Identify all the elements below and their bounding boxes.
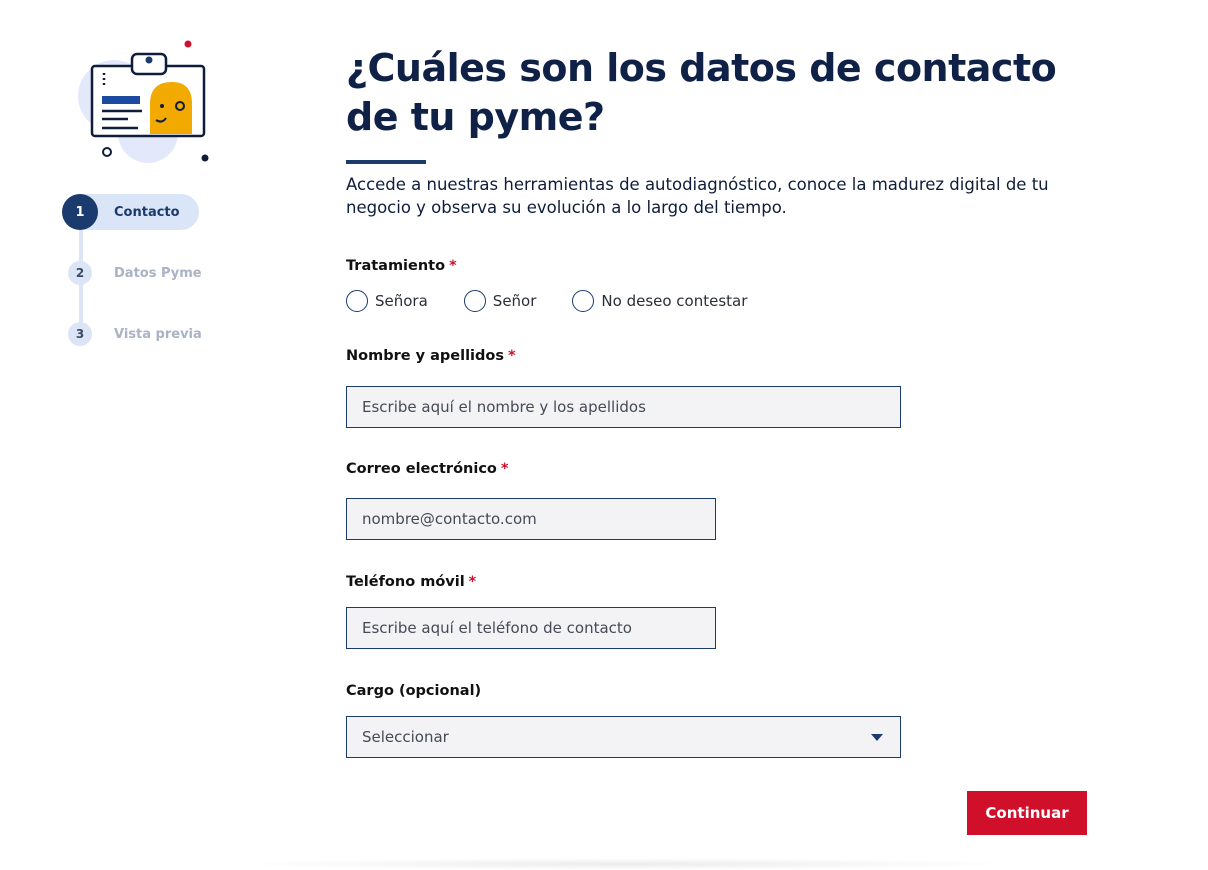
name-input[interactable] — [346, 386, 901, 428]
required-asterisk: * — [500, 461, 509, 477]
email-label: Correo electrónico * — [346, 461, 508, 477]
email-label-text: Correo electrónico — [346, 461, 497, 477]
radio-senora[interactable]: Señora — [346, 290, 428, 312]
position-label: Cargo (opcional) — [346, 683, 481, 699]
step-label: Datos Pyme — [114, 265, 202, 281]
title-underline — [346, 160, 426, 164]
required-asterisk: * — [508, 348, 516, 364]
step-vista-previa[interactable]: 3 Vista previa — [62, 316, 202, 352]
position-label-text: Cargo (opcional) — [346, 683, 482, 699]
radio-label: No deseo contestar — [601, 292, 748, 310]
radio-circle[interactable] — [463, 290, 486, 312]
step-label: Contacto — [114, 204, 180, 220]
radio-circle[interactable] — [346, 290, 368, 312]
step-datos-pyme[interactable]: 2 Datos Pyme — [62, 255, 202, 291]
required-asterisk: * — [449, 258, 457, 274]
position-select[interactable]: Seleccionar — [346, 716, 901, 758]
step-number: 1 — [62, 194, 98, 230]
form-header: ¿Cuáles son los datos de contacto de tu … — [346, 44, 1106, 219]
required-asterisk: * — [468, 574, 477, 590]
treatment-label-text: Tratamiento — [346, 258, 446, 274]
chevron-down-icon — [871, 733, 883, 741]
step-number: 2 — [68, 261, 92, 285]
progress-stepper: 1 Contacto 2 Datos Pyme 3 Vista previa — [62, 194, 232, 354]
treatment-radio-group: Señora Señor No deseo contestar — [346, 290, 783, 312]
name-label-text: Nombre y apellidos — [346, 348, 504, 364]
treatment-label: Tratamiento * — [346, 258, 457, 274]
select-value: Seleccionar — [362, 728, 449, 746]
phone-label: Teléfono móvil * — [346, 574, 476, 590]
footer-shadow — [230, 858, 1020, 870]
phone-label-text: Teléfono móvil — [346, 574, 465, 590]
radio-senor[interactable]: Señor — [463, 290, 537, 312]
email-input[interactable] — [346, 498, 716, 540]
radio-label: Señor — [492, 292, 537, 310]
radio-circle[interactable] — [572, 290, 595, 312]
intro-text: Accede a nuestras herramientas de autodi… — [346, 175, 1049, 217]
radio-no-deseo-contestar[interactable]: No deseo contestar — [572, 290, 747, 312]
page-title: ¿Cuáles son los datos de contacto de tu … — [346, 46, 1057, 139]
continue-button[interactable]: Continuar — [967, 791, 1087, 835]
step-label: Vista previa — [114, 326, 202, 342]
name-label: Nombre y apellidos * — [346, 348, 516, 364]
phone-input[interactable] — [346, 607, 716, 649]
step-number: 3 — [68, 322, 92, 346]
contact-card-icon — [70, 28, 220, 168]
step-contacto[interactable]: 1 Contacto — [62, 194, 199, 230]
radio-label: Señora — [375, 292, 428, 310]
